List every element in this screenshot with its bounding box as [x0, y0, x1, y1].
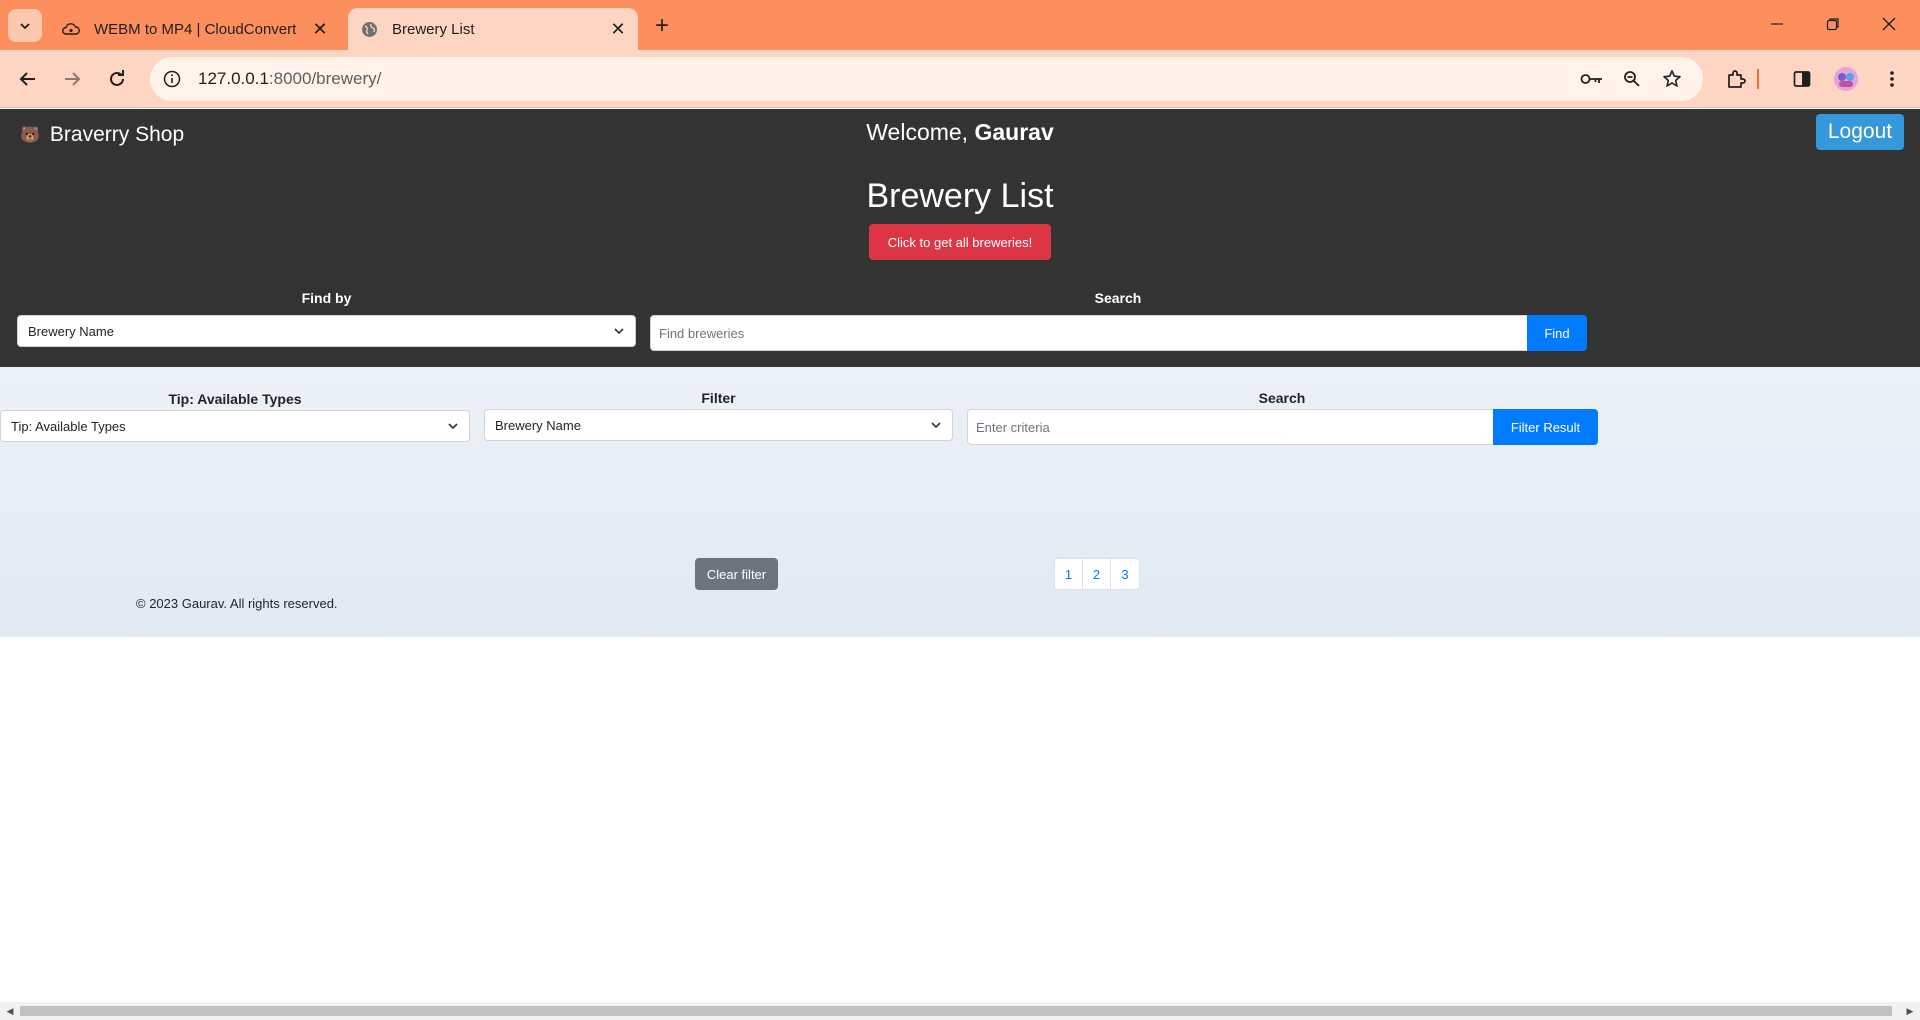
logout-button[interactable]: Logout	[1816, 114, 1904, 150]
toolbar-divider	[1752, 63, 1764, 95]
url-host: 127.0.0.1	[198, 69, 269, 88]
criteria-placeholder: Enter criteria	[976, 419, 1050, 435]
tab-cloudconvert[interactable]: WEBM to MP4 | CloudConvert ✕	[50, 8, 340, 50]
tab-search-button[interactable]	[8, 9, 42, 42]
reload-icon[interactable]	[101, 63, 133, 95]
clear-filter-button[interactable]: Clear filter	[695, 558, 778, 590]
cloud-icon	[62, 20, 80, 38]
bookmark-star-icon[interactable]	[1656, 63, 1688, 95]
scroll-right-icon[interactable]: ▶	[1904, 1005, 1916, 1017]
new-tab-plus-icon[interactable]: +	[648, 12, 676, 40]
search-label: Search	[1094, 290, 1142, 306]
find-breweries-input[interactable]: Find breweries	[650, 315, 1528, 351]
scroll-left-icon[interactable]: ◀	[4, 1005, 16, 1017]
address-bar[interactable]: 127.0.0.1:8000/brewery/	[150, 57, 1703, 101]
zoom-icon[interactable]	[1616, 63, 1648, 95]
find-by-label: Find by	[301, 290, 352, 306]
chevron-down-icon	[447, 420, 459, 432]
close-window-icon[interactable]	[1867, 8, 1911, 40]
minimize-icon[interactable]	[1755, 8, 1799, 40]
browser-titlebar: WEBM to MP4 | CloudConvert ✕ Brewery Lis…	[0, 0, 1920, 50]
username: Gaurav	[974, 119, 1054, 145]
close-icon[interactable]: ✕	[308, 17, 332, 41]
filter-search-label: Search	[1258, 390, 1306, 406]
page-link-1[interactable]: 1	[1055, 559, 1083, 589]
filter-label: Filter	[701, 390, 736, 406]
page-title: Brewery List	[866, 177, 1054, 215]
copyright-text: © 2023 Gaurav. All rights reserved.	[136, 596, 338, 611]
tab-title: Brewery List	[392, 20, 475, 38]
chevron-down-icon	[930, 419, 942, 431]
welcome-message: Welcome, Gaurav	[0, 119, 1920, 146]
page-content: 🐻 Braverry Shop Welcome, Gaurav Logout B…	[0, 109, 1920, 1000]
filter-result-button[interactable]: Filter Result	[1493, 409, 1598, 445]
tab-title: WEBM to MP4 | CloudConvert	[94, 20, 297, 38]
criteria-input[interactable]: Enter criteria	[967, 409, 1494, 445]
page-link-2[interactable]: 2	[1083, 559, 1111, 589]
chevron-down-icon	[20, 22, 30, 29]
site-header: 🐻 Braverry Shop Welcome, Gaurav Logout B…	[0, 109, 1920, 367]
horizontal-scrollbar[interactable]: ◀ ▶	[0, 1002, 1920, 1020]
tip-types-value: Tip: Available Types	[11, 418, 126, 434]
side-panel-icon[interactable]	[1786, 63, 1818, 95]
globe-icon	[360, 20, 378, 38]
extensions-icon[interactable]	[1720, 63, 1752, 95]
find-breweries-placeholder: Find breweries	[659, 325, 745, 341]
site-info-icon[interactable]	[150, 57, 194, 101]
scrollbar-thumb[interactable]	[20, 1006, 1892, 1016]
find-by-select[interactable]: Brewery Name	[17, 315, 636, 347]
tab-brewery-list[interactable]: Brewery List ✕	[348, 8, 638, 50]
restore-icon[interactable]	[1811, 8, 1855, 40]
menu-kebab-icon[interactable]	[1876, 63, 1908, 95]
find-button[interactable]: Find	[1527, 315, 1587, 351]
filter-select[interactable]: Brewery Name	[484, 409, 953, 441]
page-link-3[interactable]: 3	[1111, 559, 1139, 589]
back-arrow-icon[interactable]	[12, 63, 44, 95]
tip-types-select[interactable]: Tip: Available Types	[0, 410, 470, 442]
get-all-breweries-button[interactable]: Click to get all breweries!	[869, 224, 1051, 260]
avatar[interactable]	[1830, 63, 1862, 95]
tip-types-label: Tip: Available Types	[168, 391, 302, 407]
filter-section: Tip: Available Types Tip: Available Type…	[0, 367, 1920, 637]
browser-toolbar: 127.0.0.1:8000/brewery/	[0, 50, 1920, 108]
welcome-prefix: Welcome,	[866, 119, 975, 145]
url-text: 127.0.0.1:8000/brewery/	[198, 69, 381, 89]
forward-arrow-icon[interactable]	[56, 63, 88, 95]
chevron-down-icon	[613, 325, 625, 337]
pagination: 1 2 3	[1054, 558, 1140, 590]
find-by-value: Brewery Name	[28, 323, 114, 339]
close-icon[interactable]: ✕	[606, 17, 630, 41]
filter-value: Brewery Name	[495, 417, 581, 433]
key-icon[interactable]	[1576, 63, 1608, 95]
url-path: :8000/brewery/	[268, 69, 382, 88]
